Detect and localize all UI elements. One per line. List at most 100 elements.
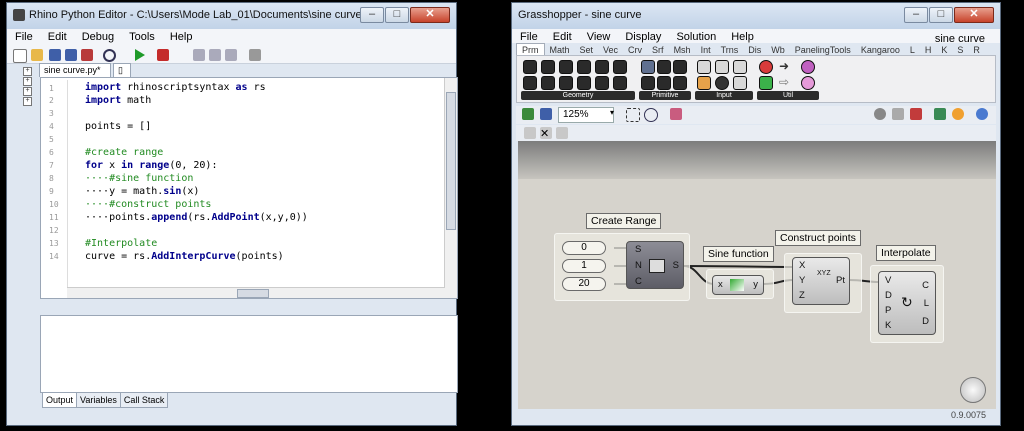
- output-pin-c[interactable]: C: [922, 280, 929, 291]
- domain-param-icon[interactable]: [641, 76, 655, 90]
- tab-sine-curve[interactable]: sine curve.py*: [39, 63, 111, 77]
- close-button[interactable]: ✕: [410, 7, 450, 23]
- input-pin-n[interactable]: N: [635, 260, 642, 271]
- stop-icon[interactable]: [249, 49, 261, 61]
- save-icon[interactable]: [540, 108, 552, 120]
- horizontal-scrollbar[interactable]: [67, 287, 445, 298]
- new-tab-icon[interactable]: ▯: [113, 63, 131, 77]
- series-component[interactable]: S N C S: [626, 241, 684, 289]
- input-pin-c[interactable]: C: [635, 276, 642, 287]
- output-pin-s[interactable]: S: [673, 260, 679, 271]
- arc-param-icon[interactable]: [559, 76, 573, 90]
- scroll-thumb[interactable]: [237, 289, 269, 298]
- point-param-icon[interactable]: [523, 60, 537, 74]
- arrow-outline-icon[interactable]: ⇨: [779, 76, 793, 90]
- menu-display[interactable]: Display: [617, 29, 668, 43]
- expand-icon[interactable]: +: [23, 97, 32, 106]
- output-pin-l[interactable]: L: [924, 298, 929, 309]
- output-pin-d[interactable]: D: [922, 316, 929, 327]
- group-label-construct-points[interactable]: Construct points: [775, 230, 861, 246]
- input-pin-x[interactable]: X: [799, 260, 805, 271]
- sine-component[interactable]: x y: [712, 275, 764, 295]
- string-param-icon[interactable]: [657, 76, 671, 90]
- number-panel-count[interactable]: 20: [562, 277, 606, 291]
- expand-icon[interactable]: +: [23, 77, 32, 86]
- bake-icon[interactable]: [934, 108, 946, 120]
- sketch-icon[interactable]: [670, 108, 682, 120]
- boolean-param-icon[interactable]: [641, 60, 655, 74]
- menu-file[interactable]: File: [512, 29, 545, 43]
- input-pin-s[interactable]: S: [635, 244, 641, 255]
- minimize-button[interactable]: –: [904, 7, 928, 23]
- vector-param-icon[interactable]: [523, 76, 537, 90]
- new-file-icon[interactable]: [13, 49, 27, 63]
- save-icon[interactable]: [49, 49, 61, 61]
- arrow-right-icon[interactable]: ➜: [779, 60, 793, 74]
- preview-selected-icon[interactable]: [910, 108, 922, 120]
- cherry-icon[interactable]: [759, 60, 773, 74]
- input-pin-x[interactable]: x: [718, 279, 723, 290]
- preview-shaded-icon[interactable]: [892, 108, 904, 120]
- panel-icon[interactable]: [715, 60, 729, 74]
- close-button[interactable]: ✕: [954, 7, 994, 23]
- preview-wire-icon[interactable]: [874, 108, 886, 120]
- eye-icon[interactable]: [644, 108, 658, 122]
- pen-icon[interactable]: [524, 127, 536, 139]
- output-pin-y[interactable]: y: [753, 279, 758, 290]
- frame-icon[interactable]: [626, 108, 640, 122]
- input-pin-z[interactable]: Z: [799, 290, 805, 301]
- find-icon[interactable]: [103, 49, 116, 62]
- colour-param-icon[interactable]: [673, 76, 687, 90]
- brep-param-icon[interactable]: [613, 60, 627, 74]
- canvas[interactable]: Create Range 0 1 20 S N C S Sine functio…: [518, 141, 996, 409]
- step-over-icon[interactable]: [209, 49, 221, 61]
- interpolate-component[interactable]: V D P K ↻ C L D: [878, 271, 936, 335]
- debug-icon[interactable]: [157, 49, 169, 61]
- number-param-icon[interactable]: [673, 60, 687, 74]
- tab-output[interactable]: Output: [42, 393, 78, 408]
- plane-param-icon[interactable]: [541, 76, 555, 90]
- maximize-button[interactable]: □: [385, 7, 409, 23]
- output-panel[interactable]: [40, 315, 458, 393]
- box-param-icon[interactable]: [577, 76, 591, 90]
- menu-file[interactable]: File: [7, 29, 40, 43]
- construct-point-component[interactable]: X Y Z XYZ Pt: [792, 257, 850, 305]
- menu-edit[interactable]: Edit: [40, 29, 74, 43]
- menu-solution[interactable]: Solution: [668, 29, 723, 43]
- gradient-icon[interactable]: [733, 76, 747, 90]
- open-folder-icon[interactable]: [31, 49, 43, 61]
- circle-param-icon[interactable]: [541, 60, 555, 74]
- scroll-thumb[interactable]: [446, 92, 456, 230]
- maximize-button[interactable]: □: [929, 7, 953, 23]
- menu-tools[interactable]: Tools: [121, 29, 162, 43]
- vertical-scrollbar[interactable]: [444, 78, 457, 298]
- menu-debug[interactable]: Debug: [74, 29, 121, 43]
- group-label-create-range[interactable]: Create Range: [586, 213, 662, 229]
- slider-icon[interactable]: [697, 60, 711, 74]
- potion-icon[interactable]: [801, 76, 815, 90]
- tab-variables[interactable]: Variables: [76, 393, 121, 408]
- eraser-icon[interactable]: ✕: [540, 127, 552, 140]
- curve-param-icon[interactable]: [577, 60, 591, 74]
- menu-view[interactable]: View: [579, 29, 618, 43]
- input-pin-p[interactable]: P: [885, 305, 891, 316]
- creeper-icon[interactable]: [759, 76, 773, 90]
- material-icon[interactable]: [952, 108, 964, 120]
- graph-icon[interactable]: [697, 76, 711, 90]
- run-icon[interactable]: [135, 49, 145, 61]
- navigation-widget[interactable]: [960, 377, 986, 403]
- step-out-icon[interactable]: [225, 49, 237, 61]
- select-icon[interactable]: [556, 127, 568, 139]
- expand-icon[interactable]: +: [23, 87, 32, 96]
- geometry-param-icon[interactable]: [613, 76, 627, 90]
- input-pin-d[interactable]: D: [885, 290, 892, 301]
- input-pin-y[interactable]: Y: [799, 275, 805, 286]
- code-editor[interactable]: 1 2 3 4 5 6 7 8 9 10 11 12 13 14 import …: [40, 77, 458, 299]
- mesh-param-icon[interactable]: [595, 76, 609, 90]
- number-panel-step[interactable]: 1: [562, 259, 606, 273]
- minimize-button[interactable]: –: [360, 7, 384, 23]
- save-all-icon[interactable]: [65, 49, 77, 61]
- number-panel-start[interactable]: 0: [562, 241, 606, 255]
- menu-help[interactable]: Help: [723, 29, 761, 43]
- input-pin-k[interactable]: K: [885, 320, 891, 331]
